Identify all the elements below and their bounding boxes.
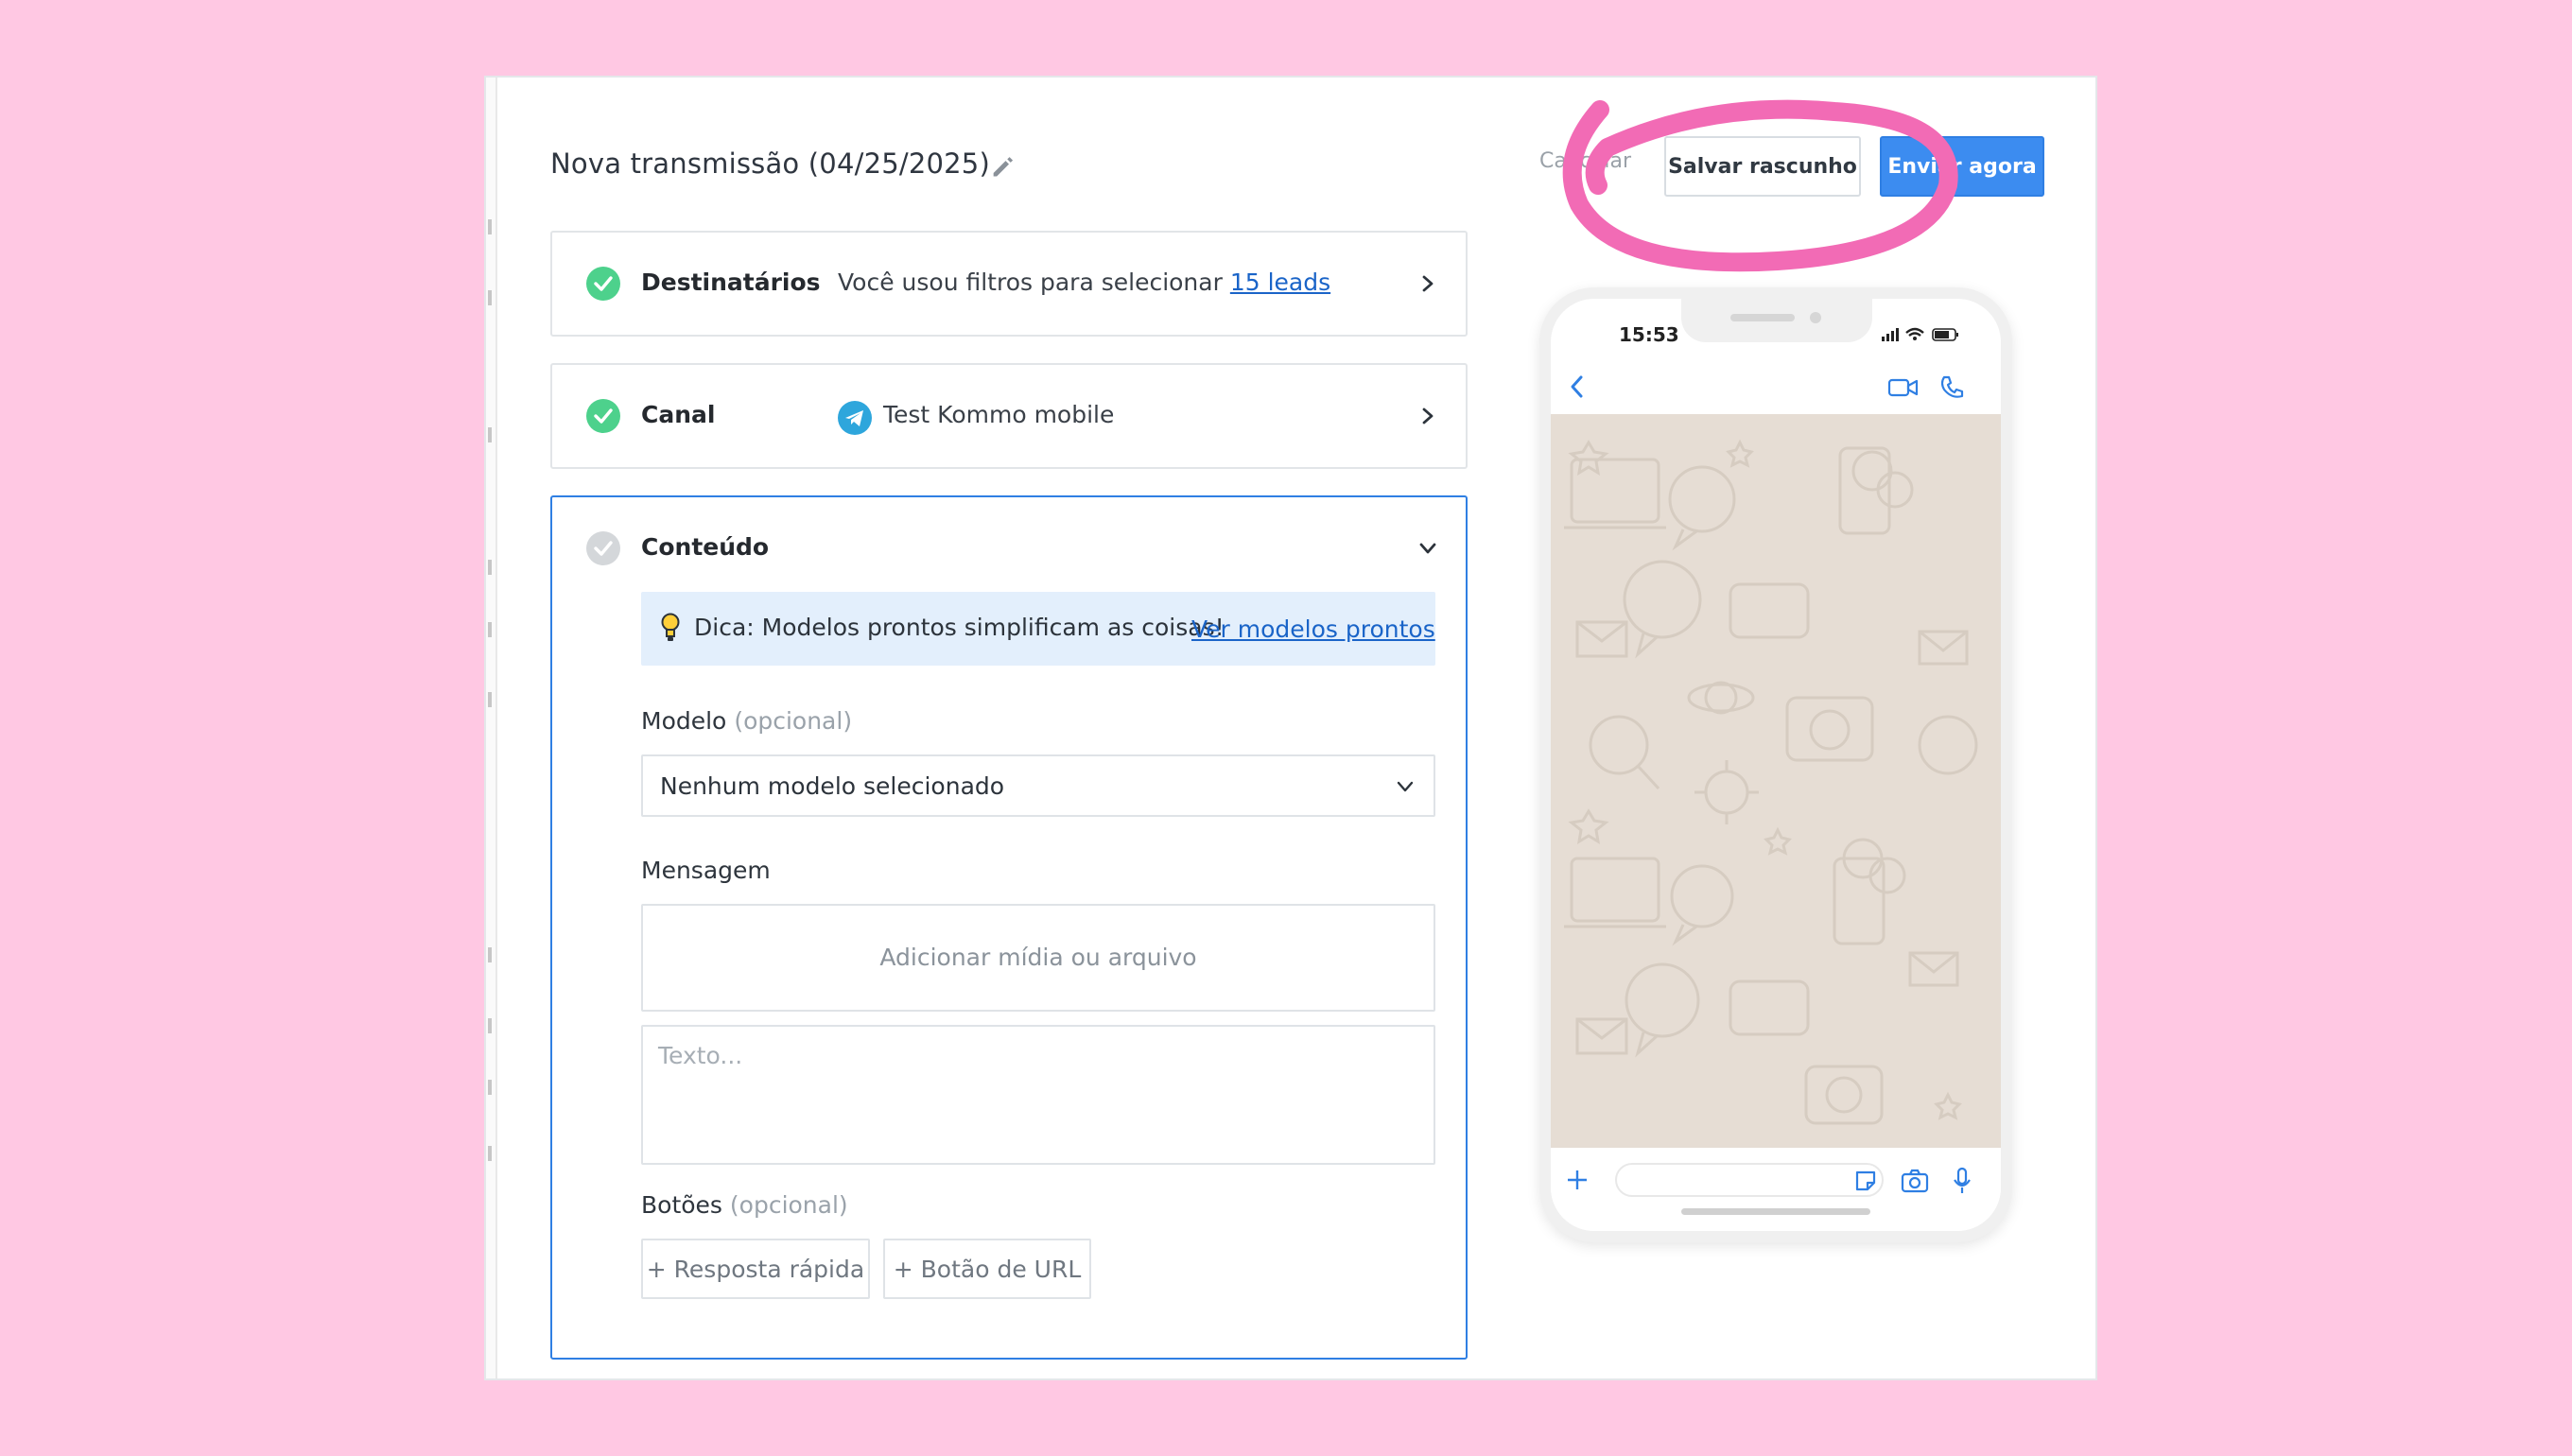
step-canal[interactable]: Canal Test Kommo mobile: [550, 363, 1468, 469]
check-icon: [586, 267, 620, 301]
check-icon: [586, 531, 620, 565]
add-media-area[interactable]: Adicionar mídia ou arquivo: [641, 904, 1435, 1012]
tip-text: Dica: Modelos prontos simplificam as coi…: [694, 614, 1225, 641]
phone-call-icon[interactable]: [1938, 374, 1965, 401]
status-bar-icons: [1882, 327, 1958, 341]
buttons-optional: (opcional): [729, 1191, 848, 1219]
chat-wallpaper: [1551, 414, 2001, 1148]
phone-notch: [1681, 299, 1872, 342]
chat-header: [1551, 357, 2001, 414]
message-text-input[interactable]: [641, 1025, 1435, 1165]
save-draft-button[interactable]: Salvar rascunho: [1664, 136, 1861, 197]
chevron-right-icon[interactable]: [1418, 274, 1437, 293]
lightbulb-icon: [661, 613, 680, 641]
chevron-down-icon: [1397, 781, 1414, 792]
model-select-value: Nenhum modelo selecionado: [660, 772, 1005, 800]
home-indicator: [1681, 1208, 1870, 1215]
tip-banner: Dica: Modelos prontos simplificam as coi…: [641, 592, 1435, 666]
model-label: Modelo (opcional): [641, 707, 852, 735]
camera-icon[interactable]: [1901, 1169, 1929, 1193]
video-call-icon[interactable]: [1887, 376, 1920, 399]
pencil-icon[interactable]: [989, 153, 1016, 180]
step-recipients[interactable]: Destinatários Você usou filtros para sel…: [550, 231, 1468, 337]
phone-time: 15:53: [1619, 323, 1679, 346]
step-recipients-label: Destinatários: [641, 269, 821, 296]
buttons-label-text: Botões: [641, 1191, 722, 1219]
telegram-icon: [838, 401, 872, 435]
microphone-icon[interactable]: [1952, 1167, 1972, 1195]
plus-icon[interactable]: [1566, 1169, 1589, 1191]
step-content-label: Conteúdo: [641, 533, 770, 561]
check-icon: [586, 399, 620, 433]
sticker-icon[interactable]: [1853, 1169, 1878, 1193]
chevron-right-icon[interactable]: [1418, 407, 1437, 425]
add-media-text: Adicionar mídia ou arquivo: [879, 944, 1197, 971]
broadcast-panel: Nova transmissão (04/25/2025) Cancelar S…: [484, 76, 2097, 1380]
templates-link[interactable]: Ver modelos prontos: [1191, 615, 1435, 643]
url-button[interactable]: + Botão de URL: [883, 1239, 1091, 1299]
buttons-label: Botões (opcional): [641, 1191, 848, 1219]
chevron-down-icon[interactable]: [1418, 539, 1437, 558]
model-label-text: Modelo: [641, 707, 727, 735]
page-title: Nova transmissão (04/25/2025): [550, 147, 990, 180]
model-select[interactable]: Nenhum modelo selecionado: [641, 754, 1435, 817]
cancel-button[interactable]: Cancelar: [1539, 149, 1631, 173]
quick-reply-button[interactable]: + Resposta rápida: [641, 1239, 870, 1299]
panel-edge: [486, 78, 497, 1378]
step-canal-label: Canal: [641, 401, 716, 428]
back-arrow-icon[interactable]: [1568, 374, 1587, 399]
chat-footer: [1551, 1148, 2001, 1231]
chat-message-input[interactable]: [1615, 1163, 1884, 1197]
model-optional: (opcional): [734, 707, 853, 735]
phone-preview: 15:53: [1539, 287, 2012, 1242]
channel-name: Test Kommo mobile: [883, 401, 1115, 428]
recipients-description-text: Você usou filtros para selecionar: [838, 269, 1230, 296]
recipients-description: Você usou filtros para selecionar 15 lea…: [838, 269, 1330, 296]
send-now-button[interactable]: Enviar agora: [1880, 136, 2044, 197]
step-content: Conteúdo Dica: Modelos prontos simplific…: [550, 495, 1468, 1360]
leads-link[interactable]: 15 leads: [1230, 269, 1330, 296]
message-label: Mensagem: [641, 857, 771, 884]
